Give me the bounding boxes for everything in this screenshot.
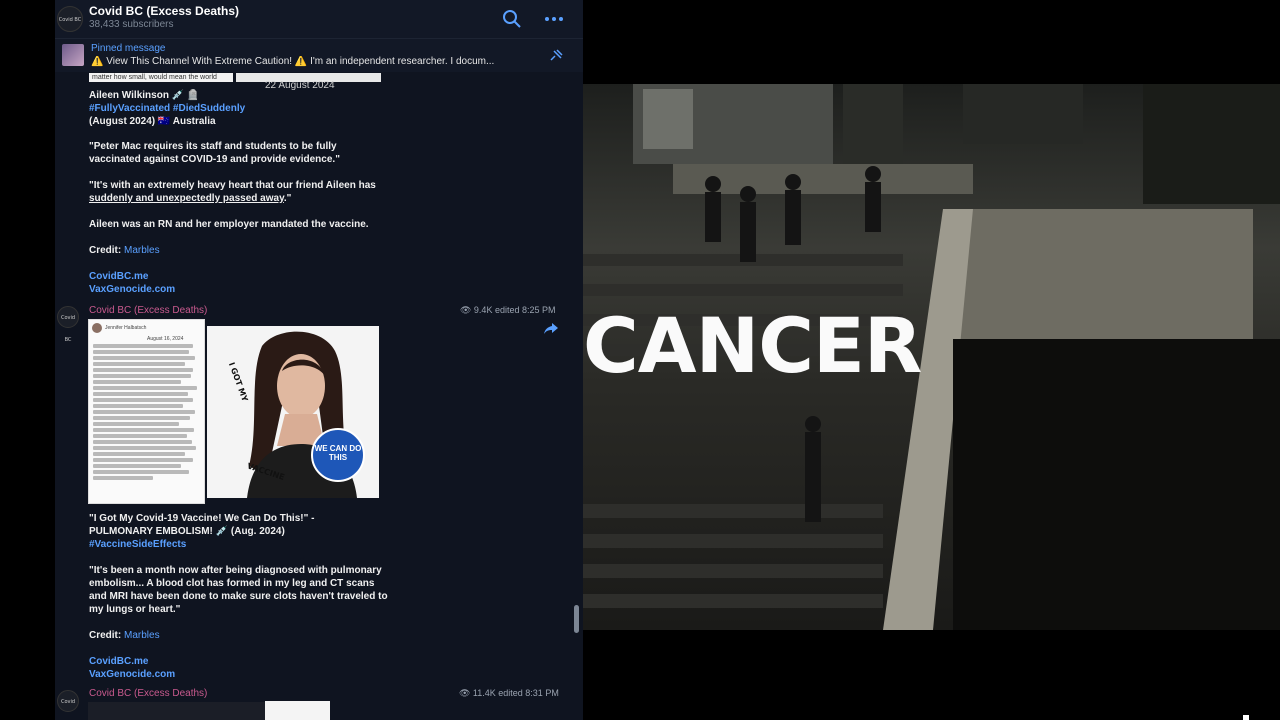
scrollbar-thumb[interactable] — [574, 605, 579, 633]
channel-title[interactable]: Covid BC (Excess Deaths) — [89, 4, 239, 18]
post-1-quote-2: "It's with an extremely heavy heart that… — [89, 179, 389, 205]
post-2-headline-1: "I Got My Covid-19 Vaccine! We Can Do Th… — [89, 513, 315, 524]
post-1-link-vaxgenocide[interactable]: VaxGenocide.com — [89, 283, 389, 296]
post-2-views: 👁 9.4K edited 8:25 PM — [460, 305, 556, 315]
post-2-headline-2: PULMONARY EMBOLISM! 💉 (Aug. 2024) — [89, 526, 285, 537]
post-3-views: 👁 11.4K edited 8:31 PM — [459, 688, 559, 698]
post-3-card-image[interactable] — [265, 701, 330, 720]
pinned-thumbnail — [62, 44, 84, 66]
channel-header[interactable]: Covid BC Covid BC (Excess Deaths) 38,433… — [55, 0, 583, 38]
credit-link[interactable]: Marbles — [124, 630, 160, 641]
screenshot-header: Jennifer Halbatsch — [92, 323, 201, 333]
credit-label: Credit: — [89, 245, 122, 256]
post-3-avatar[interactable]: Covid BC — [57, 690, 79, 712]
pinned-message-bar[interactable]: Pinned message ⚠️ View This Channel With… — [55, 38, 583, 72]
post-1-note: Aileen was an RN and her employer mandat… — [89, 219, 369, 230]
left-black-margin — [0, 0, 55, 720]
more-options-icon[interactable] — [543, 9, 565, 29]
channel-avatar[interactable]: Covid BC — [57, 6, 83, 32]
post-3-author[interactable]: Covid BC (Excess Deaths) — [89, 688, 207, 699]
post-2-body: "I Got My Covid-19 Vaccine! We Can Do Th… — [89, 512, 389, 681]
arc-text-start: I GOT MY — [227, 361, 250, 403]
profile-avatar — [92, 323, 102, 333]
telegram-channel-panel: Covid BC Covid BC (Excess Deaths) 38,433… — [55, 0, 583, 720]
screenshot-name: Jennifer Halbatsch — [105, 325, 147, 331]
post-1-quote-2-underlined: suddenly and unexpectedly passed away — [89, 193, 284, 204]
post-2-author[interactable]: Covid BC (Excess Deaths) — [89, 305, 207, 316]
pinned-text: ⚠️ View This Channel With Extreme Cautio… — [91, 56, 495, 67]
post-1-link-covidbc[interactable]: CovidBC.me — [89, 270, 389, 283]
credit-link[interactable]: Marbles — [124, 245, 160, 256]
pinned-label: Pinned message — [91, 43, 166, 54]
search-icon[interactable] — [502, 9, 522, 29]
post-1-quote-2-end: ." — [283, 193, 292, 204]
previous-post-snippet: matter how small, would mean the world — [89, 73, 233, 82]
post-1-quote-2-text: "It's with an extremely heavy heart that… — [89, 180, 376, 191]
subscriber-count: 38,433 subscribers — [89, 19, 174, 30]
screenshot-date: August 16, 2024 — [147, 336, 184, 342]
credit-label: Credit: — [89, 630, 122, 641]
mouse-cursor — [1243, 715, 1249, 720]
share-icon[interactable] — [543, 322, 559, 336]
pin-list-icon[interactable] — [548, 48, 564, 64]
post-2-screenshot-image[interactable]: Jennifer Halbatsch August 16, 2024 — [88, 319, 205, 504]
post-2-hashtag[interactable]: #VaccineSideEffects — [89, 538, 389, 551]
post-1-quote-1: "Peter Mac requires its staff and studen… — [89, 141, 340, 165]
post-1-meta: (August 2024) 🇦🇺 Australia — [89, 116, 216, 127]
post-2-link-covidbc[interactable]: CovidBC.me — [89, 655, 389, 668]
post-1-body: Aileen Wilkinson 💉 🪦 #FullyVaccinated #D… — [89, 89, 389, 296]
we-can-do-this-badge: WE CAN DO THIS — [311, 428, 365, 482]
post-2-credit: Credit: Marbles — [89, 629, 389, 642]
post-1-hashtags[interactable]: #FullyVaccinated #DiedSuddenly — [89, 102, 389, 115]
post-1-name: Aileen Wilkinson 💉 🪦 — [89, 90, 200, 101]
post-2-avatar[interactable]: Covid BC — [57, 306, 79, 343]
post-2-link-vaxgenocide[interactable]: VaxGenocide.com — [89, 668, 389, 681]
post-2-quote: "It's been a month now after being diagn… — [89, 565, 388, 615]
video-frame[interactable]: CANCER — [583, 0, 1280, 720]
video-caption: CANCER — [583, 301, 922, 390]
post-1-credit: Credit: Marbles — [89, 244, 389, 257]
